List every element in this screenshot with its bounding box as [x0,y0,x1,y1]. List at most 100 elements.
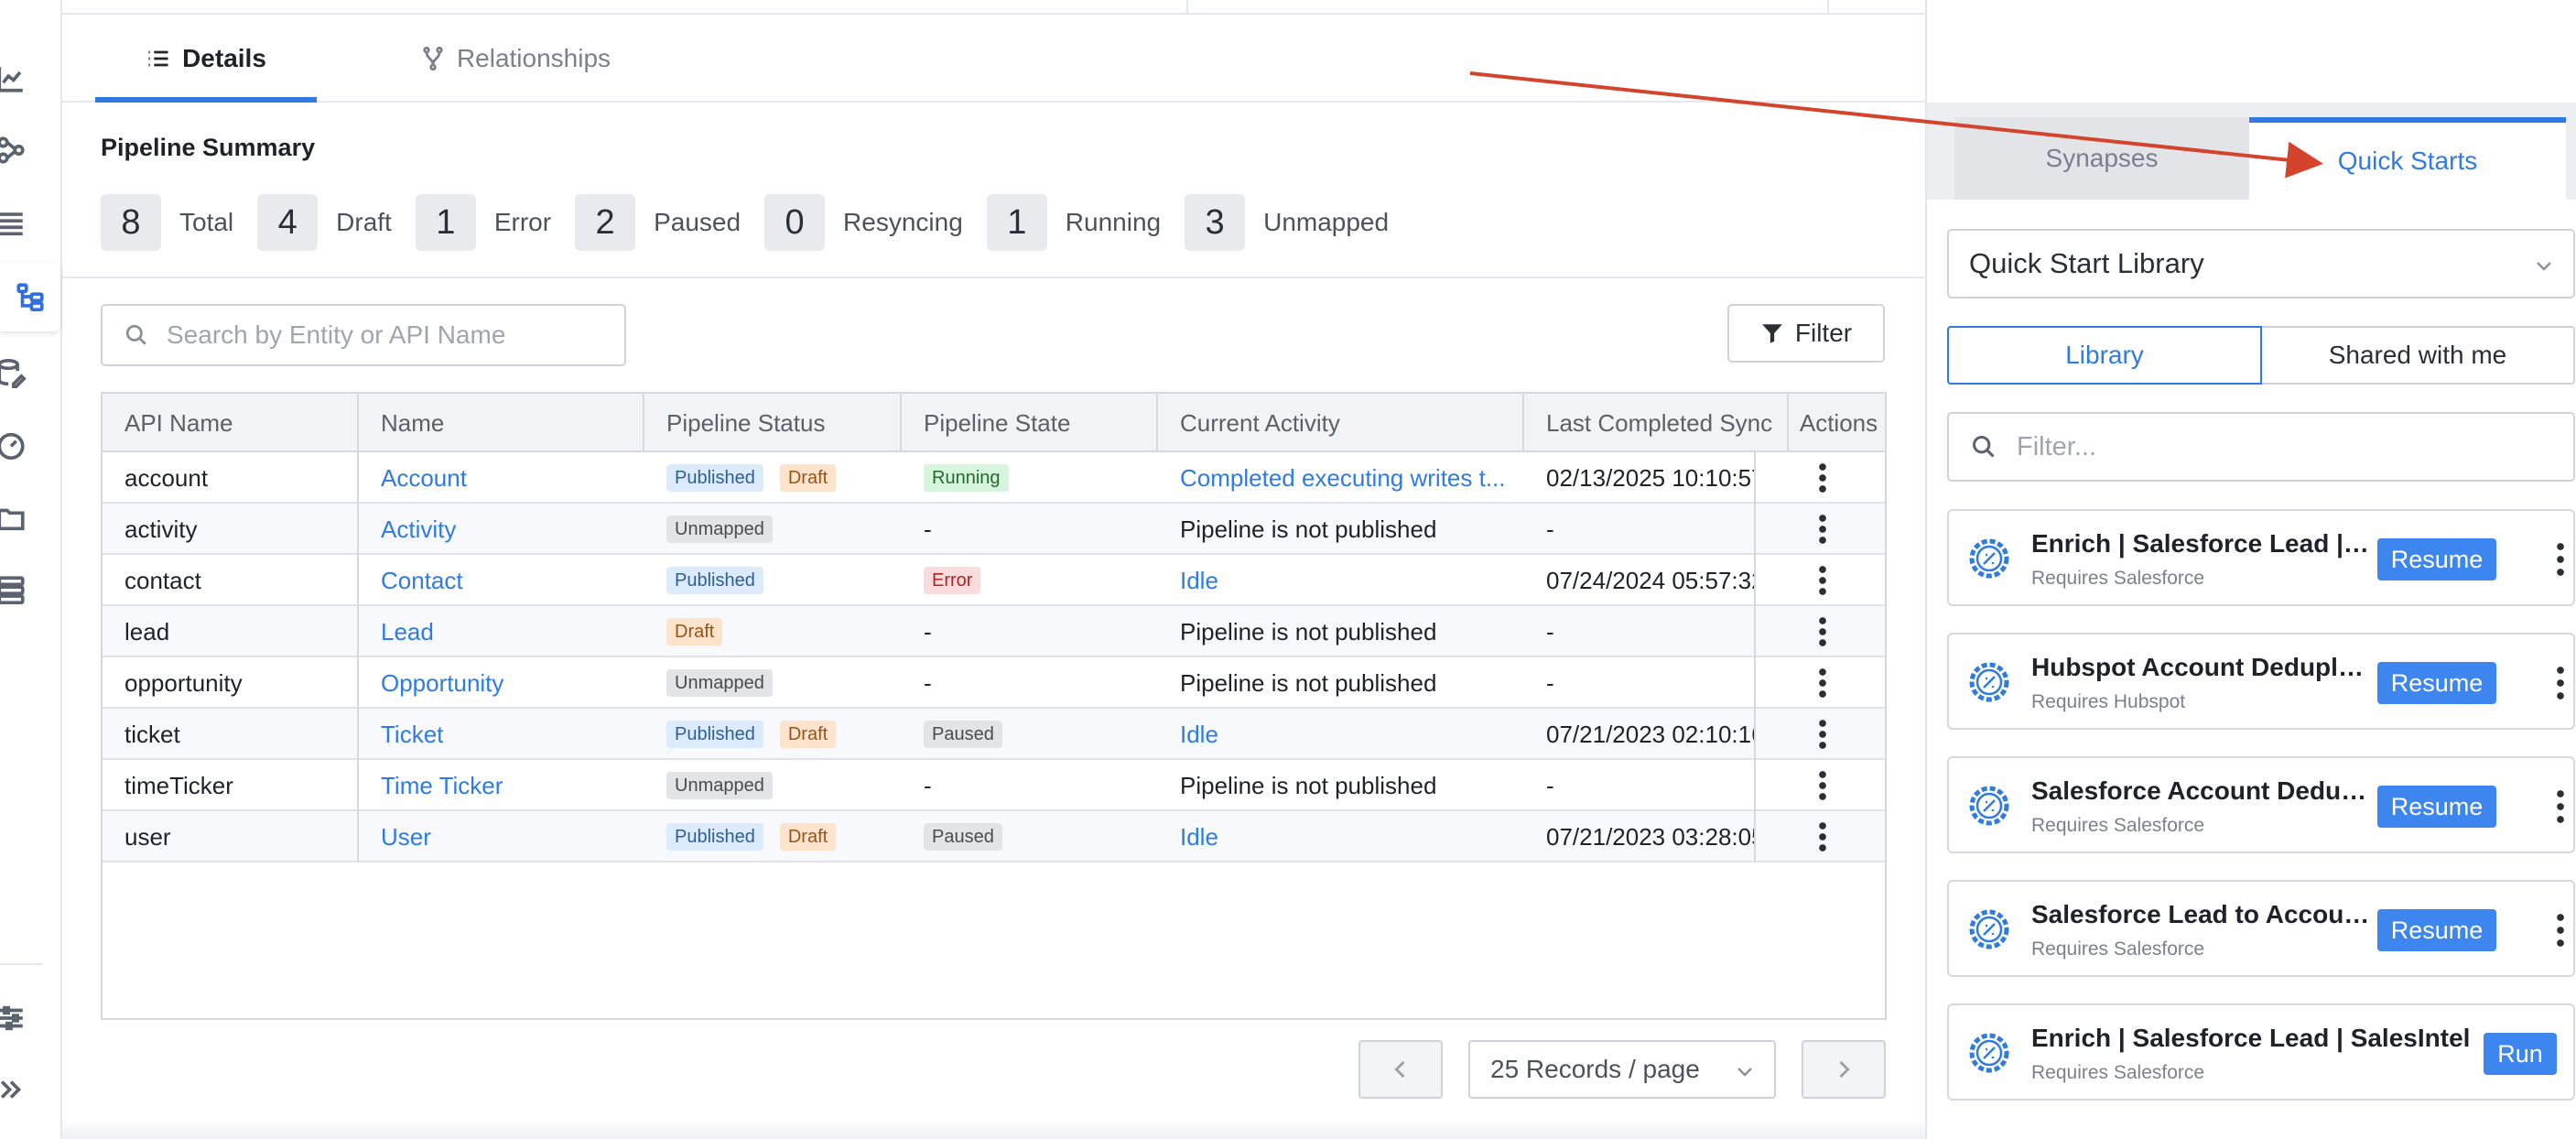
entity-name-link[interactable]: Ticket [359,709,644,760]
prev-page-button[interactable] [1358,1040,1443,1099]
resume-button[interactable]: Resume [2377,909,2496,951]
quick-start-card[interactable]: Enrich | Salesforce Lead | SalesIntel Re… [1947,1003,2575,1101]
analytics-chart-icon[interactable] [0,60,29,97]
settings-sliders-icon[interactable] [0,1000,29,1036]
nodes-icon[interactable] [0,132,29,168]
tab-details[interactable]: Details [95,15,317,103]
row-actions-menu-icon[interactable] [1754,606,1885,657]
entity-search [101,304,626,366]
table-row[interactable]: ticket Ticket Published Draft Paused Idle 07/2… [103,709,1885,760]
list-icon[interactable] [0,205,29,242]
table-row[interactable]: activity Activity Unmapped - Pipeline is not… [103,504,1885,555]
count-label: Draft [336,208,392,236]
folder-icon[interactable] [0,500,29,537]
search-icon [125,324,146,345]
quick-start-card[interactable]: Salesforce Account Dedupl... Requires Sa… [1947,756,2575,853]
row-actions-menu-icon[interactable] [1754,657,1885,709]
filter-button[interactable]: Filter [1727,304,1885,363]
cell-last-sync: 07/24/2024 05:57:32 P [1546,566,1754,594]
card-menu-icon[interactable] [2557,911,2564,949]
status-badge: Unmapped [666,669,773,697]
col-name[interactable]: Name [359,394,644,452]
quick-start-gear-icon [1969,909,2009,949]
entity-name-link[interactable]: Contact [359,555,644,606]
cell-api-name: account [103,452,359,504]
count-value: 1 [986,194,1047,251]
records-per-page-select[interactable]: 25 Records / page [1468,1040,1776,1099]
cell-pipeline-state: Error [902,555,1158,606]
tab-quick-starts[interactable]: Quick Starts [2249,117,2566,200]
tab-relationships[interactable]: Relationships [392,15,639,103]
run-button[interactable]: Run [2484,1033,2557,1075]
col-pipeline-state[interactable]: Pipeline State [902,394,1158,452]
cell-pipeline-status: Draft [644,606,902,657]
quick-start-title: Enrich | Salesforce Lead | Cl... [2031,529,2370,558]
expand-chevrons-icon[interactable] [0,1071,29,1108]
quick-start-requirement: Requires Salesforce [2031,1062,2205,1083]
pipelines-icon[interactable] [0,262,60,331]
cell-current-activity[interactable]: Idle [1158,555,1524,606]
cell-last-sync: 07/21/2023 03:28:05 P [1546,822,1754,851]
search-input[interactable] [167,320,606,350]
table-row[interactable]: contact Contact Published Error Idle 07/24/20… [103,555,1885,606]
table-row[interactable]: timeTicker Time Ticker Unmapped - Pipeline i… [103,760,1885,811]
cell-current-activity[interactable]: Idle [1158,811,1524,862]
cell-current-activity: Pipeline is not published [1180,617,1437,645]
row-actions-menu-icon[interactable] [1754,452,1885,504]
row-actions-menu-icon[interactable] [1754,504,1885,555]
entity-name-link[interactable]: Activity [359,504,644,555]
row-actions-menu-icon[interactable] [1754,555,1885,606]
segment-library[interactable]: Library [1947,326,2262,385]
resume-button[interactable]: Resume [2377,538,2496,580]
dashboard-gauge-icon[interactable] [0,427,29,463]
state-badge: Error [924,567,981,594]
table-row[interactable]: user User Published Draft Paused Idle 07/21/20… [103,811,1885,862]
quick-start-library-select[interactable]: Quick Start Library [1947,229,2575,298]
tab-synapses[interactable]: Synapses [1954,117,2249,200]
row-actions-menu-icon[interactable] [1754,709,1885,760]
quick-start-filter-input[interactable] [2017,431,2529,462]
quick-start-requirement: Requires Hubspot [2031,691,2186,712]
card-menu-icon[interactable] [2557,787,2564,826]
count-value: 8 [101,194,161,251]
table-row[interactable]: opportunity Opportunity Unmapped - Pipeline … [103,657,1885,709]
library-segmented-control: Library Shared with me [1947,326,2575,385]
cell-current-activity[interactable]: Completed executing writes t... [1158,452,1524,504]
server-stack-icon[interactable] [0,571,29,608]
next-page-button[interactable] [1802,1040,1886,1099]
cell-api-name: user [103,811,359,862]
card-menu-icon[interactable] [2557,540,2564,579]
state-badge: Running [924,464,1009,492]
resume-button[interactable]: Resume [2377,662,2496,704]
col-pipeline-status[interactable]: Pipeline Status [644,394,902,452]
entity-name-link[interactable]: User [359,811,644,862]
quick-start-gear-icon [1969,786,2009,826]
col-current-activity[interactable]: Current Activity [1158,394,1524,452]
col-api-name[interactable]: API Name [103,394,359,452]
cell-current-activity[interactable]: Idle [1158,709,1524,760]
list-icon [148,50,168,67]
status-badge: Draft [779,464,837,492]
quick-start-card[interactable]: Enrich | Salesforce Lead | Cl... Require… [1947,509,2575,606]
quick-start-card[interactable]: Salesforce Lead to Account... Requires S… [1947,880,2575,977]
entity-name-link[interactable]: Account [359,452,644,504]
count-label: Error [493,208,552,236]
database-edit-icon[interactable] [0,355,29,392]
cell-pipeline-state: Paused [902,709,1158,760]
count-label: Running [1065,208,1162,236]
card-menu-icon[interactable] [2557,664,2564,702]
cell-current-activity: Pipeline is not published [1180,668,1437,697]
cell-pipeline-status: Published Draft [644,452,902,504]
resume-button[interactable]: Resume [2377,786,2496,828]
entity-name-link[interactable]: Lead [359,606,644,657]
row-actions-menu-icon[interactable] [1754,760,1885,811]
row-actions-menu-icon[interactable] [1754,811,1885,862]
quick-start-card[interactable]: Hubspot Account Deduplic... Requires Hub… [1947,633,2575,730]
table-row[interactable]: lead Lead Draft - Pipeline is not published - [103,606,1885,657]
table-row[interactable]: account Account Published Draft Running Compl… [103,452,1885,504]
col-last-completed-sync[interactable]: Last Completed Sync [1524,394,1789,452]
entity-name-link[interactable]: Time Ticker [359,760,644,811]
segment-shared-with-me[interactable]: Shared with me [2262,326,2575,385]
cell-api-name: timeTicker [103,760,359,811]
entity-name-link[interactable]: Opportunity [359,657,644,709]
